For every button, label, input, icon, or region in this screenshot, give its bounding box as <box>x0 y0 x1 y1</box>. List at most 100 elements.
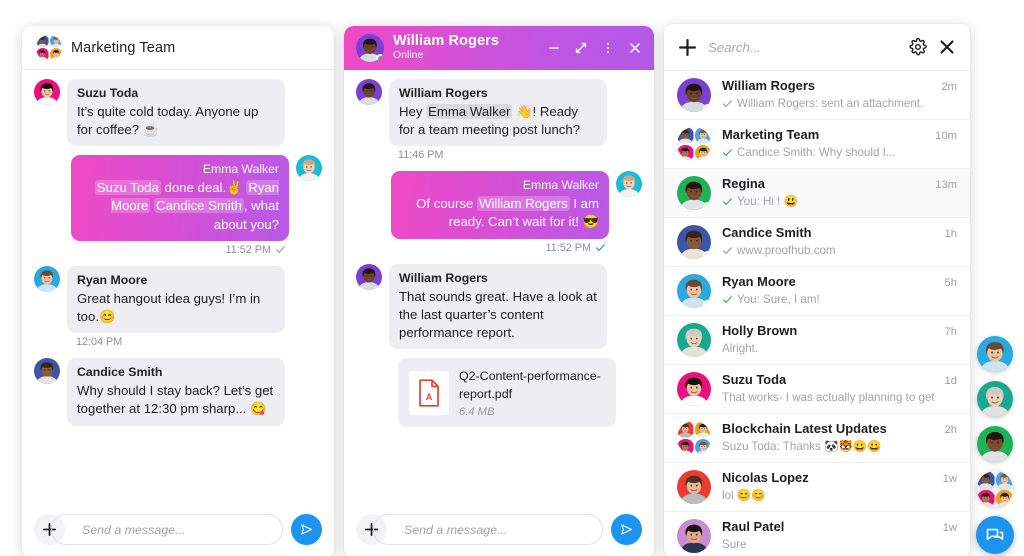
dm-contact-name: William Rogers <box>393 32 500 49</box>
conversation-body: Nicolas Lopez lol 😊😊 <box>722 470 932 503</box>
message-bubble[interactable]: William Rogers That sounds great. Have a … <box>389 263 607 350</box>
group-avatar <box>677 421 711 455</box>
conversation-list-item[interactable]: Regina You: Hi ! 😃 13m <box>664 169 970 218</box>
message-bubble[interactable]: Emma Walker Of course William Rogers I am… <box>391 171 609 239</box>
conversation-list-item[interactable]: Ryan Moore You: Sure, I am! 5h <box>664 267 970 316</box>
message-bubble[interactable]: Candice Smith Why should I stay back? Let… <box>67 358 285 426</box>
file-attachment-card[interactable]: A Q2-Content-performance-report.pdf 6.4 MB <box>398 358 616 428</box>
conversation-preview: www.proofhub.com <box>722 243 934 259</box>
conversation-timestamp: 2h <box>944 424 957 436</box>
checkmark-icon <box>723 296 732 304</box>
message-text-run: Hey <box>399 103 427 119</box>
conversation-body: Marketing Team Candice Smith: Why should … <box>722 127 924 160</box>
avatar <box>34 358 60 385</box>
new-chat-plus-icon[interactable] <box>678 38 697 57</box>
conversation-list-item[interactable]: Holly Brown Alright. 7h <box>664 316 970 365</box>
avatar <box>995 471 1013 489</box>
avatar <box>677 438 694 455</box>
dm-contact-status: Online <box>393 49 424 62</box>
group-composer <box>22 504 334 556</box>
conversation-list-item[interactable]: Nicolas Lopez lol 😊😊 1w <box>664 463 970 512</box>
message-row: William Rogers That sounds great. Have a … <box>356 263 642 350</box>
message-bubble[interactable]: Ryan Moore Great hangout idea guys! I’m i… <box>67 265 285 334</box>
file-name: Q2-Content-performance-report.pdf <box>459 369 601 402</box>
group-chat-header: Marketing Team <box>22 26 334 70</box>
conversation-list-item[interactable]: Marketing Team Candice Smith: Why should … <box>664 120 970 169</box>
conversation-timestamp: 1w <box>942 473 957 485</box>
message-sender: William Rogers <box>399 270 488 285</box>
message-text-run: It’s quite cold today. Anyone up for cof… <box>77 103 259 138</box>
conversation-timestamp: 10m <box>935 130 957 142</box>
message-bubble[interactable]: Emma Walker Suzu Toda done deal.✌️ Ryan M… <box>71 155 289 241</box>
expand-icon[interactable] <box>573 40 589 56</box>
conversation-list-item[interactable]: William Rogers William Rogers: sent an at… <box>664 71 970 120</box>
dm-message-input-wrap[interactable] <box>373 514 603 545</box>
message-row: Emma Walker Suzu Toda done deal.✌️ Ryan M… <box>34 155 322 241</box>
conversation-list-item[interactable]: Suzu Toda That works- I was actually plan… <box>664 365 970 414</box>
conversation-list-item[interactable]: Blockchain Latest Updates Suzu Toda: Than… <box>664 414 970 463</box>
group-message-input-wrap[interactable] <box>51 514 283 545</box>
conversation-preview: Candice Smith: Why should I... <box>722 145 924 161</box>
conversation-list-item[interactable]: Candice Smith www.proofhub.com 1h <box>664 218 970 267</box>
mention-pill[interactable]: Candice Smith <box>154 198 244 214</box>
message-sender: William Rogers <box>399 86 488 100</box>
avatar <box>677 144 694 161</box>
avatar <box>977 381 1013 417</box>
group-chat-title: Marketing Team <box>71 39 176 56</box>
message-timestamp: 11:52 PM <box>34 244 322 256</box>
conversation-preview: lol 😊😊 <box>722 488 932 504</box>
avatar <box>977 489 995 507</box>
dm-send-button[interactable] <box>611 514 642 545</box>
checkmark-icon <box>723 247 732 255</box>
group-send-button[interactable] <box>291 514 322 545</box>
conversation-list-item[interactable]: Raul Patel Sure 1w <box>664 512 970 556</box>
conversation-body: Ryan Moore You: Sure, I am! <box>722 274 934 307</box>
avatar <box>296 155 322 182</box>
avatar <box>616 171 642 198</box>
conversation-preview: You: Hi ! 😃 <box>722 194 924 210</box>
preview-text: Sure <box>722 538 747 552</box>
mention-pill[interactable]: Emma Walker <box>426 103 513 119</box>
avatar <box>694 127 711 144</box>
conversation-name: Ryan Moore <box>722 274 796 290</box>
svg-text:A: A <box>426 392 433 402</box>
message-text-run: Why should I stay back? Let’s get togeth… <box>77 383 274 417</box>
avatar <box>694 421 711 438</box>
message-sender: Suzu Toda <box>77 86 139 100</box>
avatar <box>677 519 711 553</box>
mention-pill[interactable]: William Rogers <box>477 196 570 212</box>
message-row: Emma Walker Of course William Rogers I am… <box>356 171 642 239</box>
window-controls <box>546 40 643 56</box>
chat-bubble-icon[interactable] <box>976 516 1014 554</box>
online-status-dot <box>703 251 711 259</box>
mention-pill[interactable]: Suzu Toda <box>94 180 161 196</box>
conversation-timestamp: 2m <box>941 81 957 93</box>
avatar <box>356 263 382 290</box>
message-bubble[interactable]: William Rogers Hey Emma Walker 👋! Ready f… <box>389 79 607 147</box>
conversation-list[interactable]: William Rogers William Rogers: sent an at… <box>664 71 970 556</box>
gear-icon[interactable] <box>909 38 927 56</box>
avatar <box>677 421 694 438</box>
group-message-list: Suzu Toda It’s quite cold today. Anyone u… <box>22 70 334 504</box>
more-options-icon[interactable] <box>600 40 616 56</box>
conversation-list-window: William Rogers William Rogers: sent an at… <box>664 24 970 556</box>
dm-message-input[interactable] <box>404 522 589 537</box>
close-icon[interactable] <box>938 38 956 56</box>
message-timestamp: 11:46 PM <box>356 149 642 161</box>
minimize-icon[interactable] <box>546 40 562 56</box>
message-sender: Emma Walker <box>522 178 599 193</box>
message-text-run: That sounds great. Have a look at the la… <box>399 288 597 341</box>
message-row: Candice Smith Why should I stay back? Let… <box>34 358 322 426</box>
avatar <box>677 323 711 357</box>
preview-text: You: Sure, I am! <box>737 293 820 307</box>
group-message-input[interactable] <box>82 522 269 537</box>
close-icon[interactable] <box>627 40 643 56</box>
pdf-file-icon: A <box>409 370 449 415</box>
file-size: 6.4 MB <box>459 406 495 419</box>
search-input[interactable] <box>708 39 898 55</box>
conversation-preview: You: Sure, I am! <box>722 292 934 308</box>
online-status-dot <box>703 202 711 210</box>
message-bubble[interactable]: Suzu Toda It’s quite cold today. Anyone u… <box>67 79 285 147</box>
